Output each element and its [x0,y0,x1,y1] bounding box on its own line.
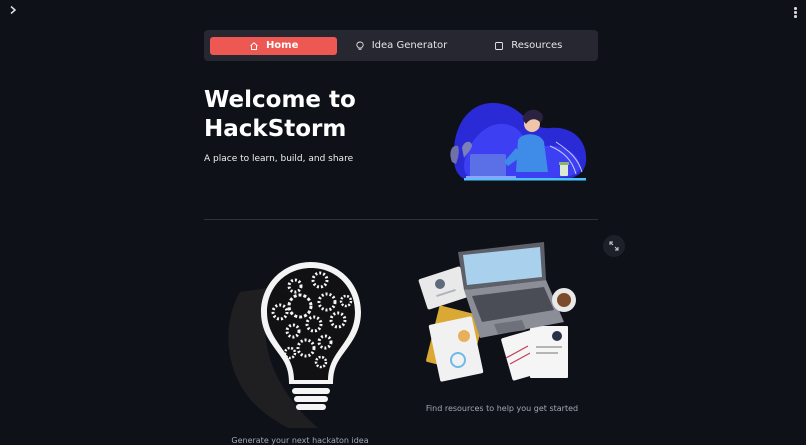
main-menu-button[interactable] [790,3,800,21]
nav-item-home[interactable]: Home [210,36,338,55]
page-title-line-2: HackStorm [204,116,347,142]
page-subtitle: A place to learn, build, and share [204,154,354,164]
page-title: Welcome to HackStorm [204,86,404,144]
fullscreen-button[interactable] [603,235,625,257]
chevron-right-icon [10,5,17,15]
home-icon [250,41,258,50]
hero-illustration [450,102,587,181]
lightbulb-icon [356,41,364,50]
resources-caption: Find resources to help you get started [425,404,579,413]
kebab-menu-icon [794,7,797,10]
top-navigation: Home Idea Generator Resources [204,30,598,61]
nav-item-label: Idea Generator [371,40,448,51]
nav-item-resources[interactable]: Resources [465,37,592,55]
sidebar-expand-button[interactable] [6,4,20,20]
lightbulb-gears-image [228,262,361,428]
workspace-resources-image [418,242,576,382]
section-divider [204,219,598,220]
nav-item-idea-generator[interactable]: Idea Generator [337,37,464,55]
page-title-line-1: Welcome to [204,87,356,113]
nav-item-label: Resources [511,40,563,51]
square-icon [495,41,504,50]
expand-icon [609,241,619,251]
nav-item-label: Home [265,40,299,51]
